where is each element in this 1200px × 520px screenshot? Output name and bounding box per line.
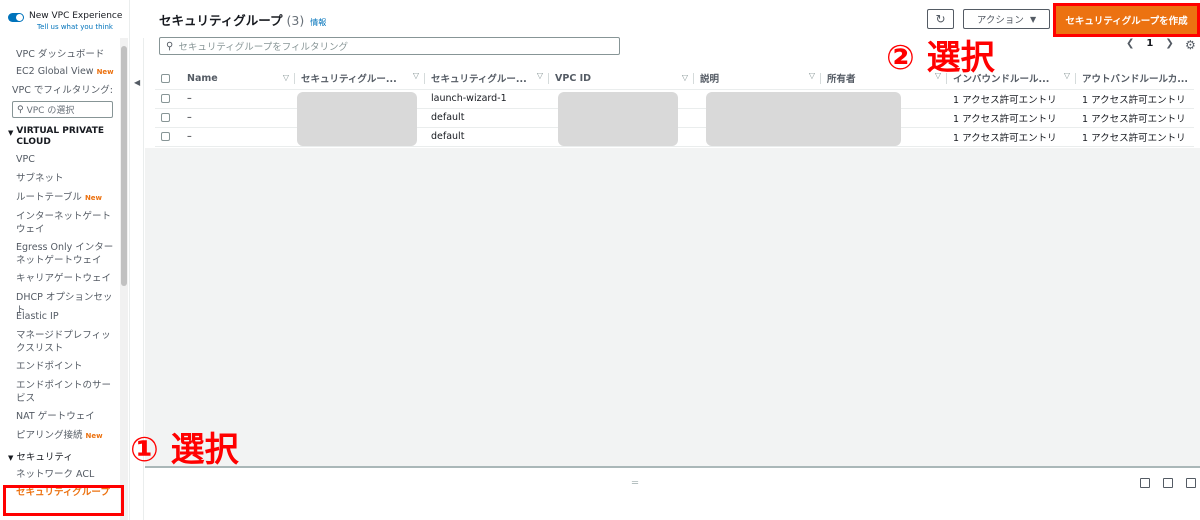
sidebar-item-network-acl[interactable]: ネットワーク ACL [0,468,122,486]
cell-sg-name: launch-wizard-1 [425,89,549,109]
sort-icon: ▽ [808,71,815,81]
cell-outbound: 1 アクセス許可エントリ [1076,89,1195,109]
actions-button[interactable]: アクション ▼ [963,9,1050,29]
cell-name: – [181,127,295,147]
sort-icon: ▽ [282,72,289,82]
sidebar-scrollbar-thumb[interactable] [121,46,127,286]
sort-icon: ▽ [1063,71,1070,81]
new-badge: New [96,68,114,76]
refresh-button[interactable]: ↻ [927,9,954,29]
item-count: (3) [286,13,305,28]
pane-right-icon[interactable] [1186,478,1196,488]
cell-name: – [181,89,295,109]
search-icon: ⚲ [166,40,174,52]
cell-sg-name: default [425,108,549,128]
sidebar-item-peering[interactable]: ピアリング接続 New [0,429,122,448]
chevron-right-icon[interactable]: ❯ [1165,38,1173,49]
sidebar-item-prefix-lists[interactable]: マネージドプレフィックスリスト [0,329,122,360]
pane-bottom-icon[interactable] [1140,478,1150,488]
search-input[interactable]: ⚲ セキュリティグループをフィルタリング [159,37,620,55]
section-security-header[interactable]: ▼ セキュリティ [0,452,122,468]
toggle-title: New VPC Experience [29,11,123,21]
vpc-select[interactable]: ⚲ VPC の選択 [12,101,113,118]
sidebar-item-internet-gateways[interactable]: インターネットゲートウェイ [0,210,122,241]
new-badge: New [85,432,103,440]
refresh-icon: ↻ [935,12,946,26]
main-content: セキュリティグループ (3) 情報 ↻ アクション ▼ セキュリティグループを作成 ⚲… [145,0,1200,520]
pane-split-icon[interactable] [1163,478,1173,488]
sort-icon: ▽ [536,71,543,81]
cell-sg-name: default [425,127,549,147]
annotation-step-1: ① 選択 [130,430,239,470]
sort-icon: ▽ [412,71,419,81]
section-vpc-header[interactable]: ▼ VIRTUAL PRIVATE CLOUD [0,126,122,148]
create-security-group-button[interactable]: セキュリティグループを作成 [1053,3,1200,37]
page-number[interactable]: 1 [1146,38,1153,49]
pagination: ❮ 1 ❯ [1120,38,1180,49]
chevron-left-icon[interactable]: ❮ [1126,38,1134,49]
redacted-area [558,92,678,146]
feedback-link[interactable]: Tell us what you think [37,22,122,32]
sidebar-item-carrier-gateways[interactable]: キャリアゲートウェイ [0,272,122,291]
annotation-highlight-box [3,485,124,516]
security-groups-panel: セキュリティグループ (3) 情報 ↻ アクション ▼ セキュリティグループを作成 ⚲… [145,0,1200,148]
filter-label: VPC でフィルタリング: [12,85,113,96]
cell-outbound: 1 アクセス許可エントリ [1076,127,1195,147]
sidebar-item-endpoints[interactable]: エンドポイント [0,360,122,379]
annotation-step-2: ② 選択 [886,38,995,78]
caret-down-icon: ▼ [8,129,14,137]
sidebar-item-vpc-dashboard[interactable]: VPC ダッシュボード [0,48,122,65]
select-all-checkbox[interactable] [161,73,170,83]
column-header-vpc-id[interactable]: VPC ID ▽ [549,68,694,90]
sidebar: New VPC Experience Tell us what you thin… [0,0,130,520]
search-icon: ⚲ [17,104,24,115]
sidebar-item-endpoint-services[interactable]: エンドポイントのサービス [0,379,122,410]
column-header-name[interactable]: Name ▽ [181,68,295,90]
new-vpc-experience-toggle[interactable]: New VPC Experience Tell us what you thin… [8,10,122,32]
info-link[interactable]: 情報 [310,18,326,27]
cell-outbound: 1 アクセス許可エントリ [1076,108,1195,128]
sort-icon: ▽ [681,72,688,82]
cell-inbound: 1 アクセス許可エントリ [947,108,1076,128]
cell-inbound: 1 アクセス許可エントリ [947,127,1076,147]
column-header-outbound[interactable]: アウトバンドルールカ... [1076,68,1195,90]
resize-handle-icon[interactable]: ═ [632,478,638,489]
toggle-switch-icon[interactable] [8,13,24,22]
chevron-left-icon[interactable]: ◀ [134,78,140,87]
sidebar-item-elastic-ip[interactable]: Elastic IP [0,310,122,329]
row-checkbox[interactable] [161,113,170,122]
sidebar-item-subnets[interactable]: サブネット [0,172,122,191]
sidebar-item-vpc[interactable]: VPC [0,153,122,172]
column-header-description[interactable]: 説明 ▽ [694,68,821,90]
redacted-area [706,92,901,146]
redacted-area [297,92,417,146]
column-header-sg-name[interactable]: セキュリティグルー... ▽ [425,68,549,90]
cell-inbound: 1 アクセス許可エントリ [947,89,1076,109]
caret-down-icon: ▼ [1029,14,1037,24]
row-checkbox[interactable] [161,132,170,141]
sidebar-item-nat-gateways[interactable]: NAT ゲートウェイ [0,410,122,429]
row-checkbox[interactable] [161,94,170,103]
column-header-sg-id[interactable]: セキュリティグルー... ▽ [295,68,425,90]
sidebar-nav: VPC ダッシュボード EC2 Global View New VPC でフィルタ… [0,42,122,504]
sidebar-item-route-tables[interactable]: ルートテーブル New [0,191,122,210]
new-badge: New [84,194,103,202]
sidebar-item-ec2-global-view[interactable]: EC2 Global View New [0,65,122,82]
caret-down-icon: ▼ [8,454,14,462]
sidebar-item-dhcp-options[interactable]: DHCP オプションセット [0,291,122,316]
sidebar-item-egress-only-gateways[interactable]: Egress Only インターネットゲートウェイ [0,241,122,272]
cell-name: – [181,108,295,128]
gear-icon[interactable]: ⚙ [1185,38,1196,52]
page-title: セキュリティグループ (3) 情報 [159,13,327,28]
details-split-pane: ═ [145,466,1200,520]
